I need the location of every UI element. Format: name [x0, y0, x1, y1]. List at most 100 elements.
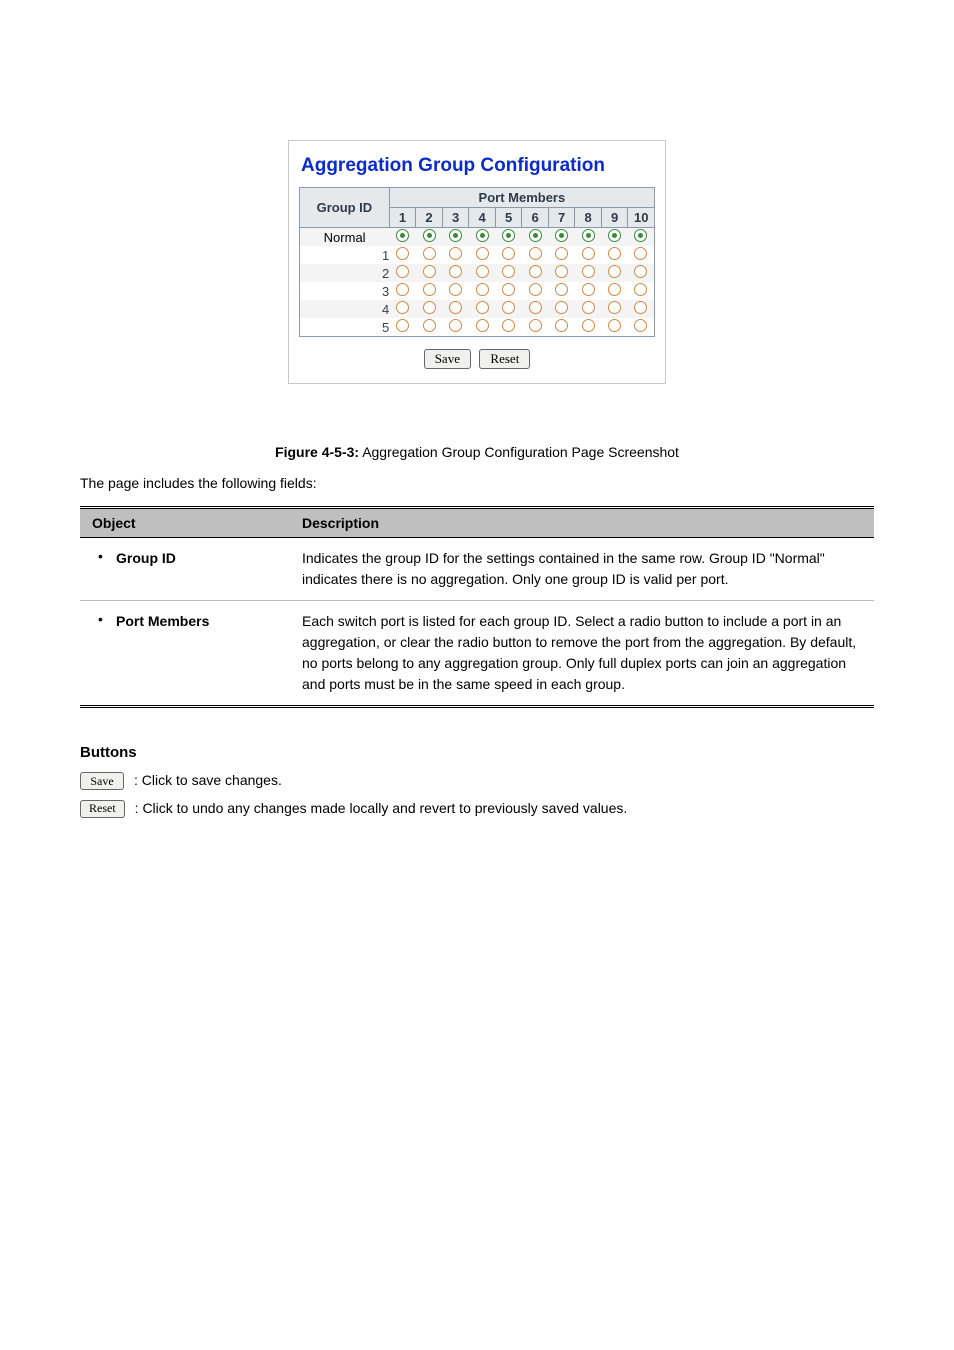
group-id-label: 5 [300, 318, 390, 337]
save-action-text: : Click to save changes. [134, 771, 282, 791]
port-radio[interactable] [476, 265, 489, 278]
port-radio[interactable] [634, 283, 647, 296]
object-description: Indicates the group ID for the settings … [290, 538, 874, 601]
table-row: 5 [300, 318, 655, 337]
port-radio[interactable] [608, 319, 621, 332]
port-radio[interactable] [502, 319, 515, 332]
port-radio[interactable] [476, 283, 489, 296]
port-radio[interactable] [634, 247, 647, 260]
port-radio[interactable] [476, 301, 489, 314]
reset-action-line: Reset : Click to undo any changes made l… [80, 799, 874, 819]
port-radio[interactable] [555, 283, 568, 296]
port-radio[interactable] [476, 319, 489, 332]
port-radio[interactable] [634, 301, 647, 314]
group-id-label: 1 [300, 246, 390, 264]
port-radio[interactable] [529, 229, 542, 242]
port-radio[interactable] [502, 229, 515, 242]
port-header-1: 1 [389, 208, 416, 228]
group-id-label: 2 [300, 264, 390, 282]
port-radio[interactable] [449, 247, 462, 260]
port-radio[interactable] [634, 265, 647, 278]
panel-title: Aggregation Group Configuration [299, 151, 655, 187]
port-radio[interactable] [582, 229, 595, 242]
col-port-members: Port Members [389, 188, 654, 208]
port-radio[interactable] [582, 247, 595, 260]
object-description: Each switch port is listed for each grou… [290, 601, 874, 707]
port-radio[interactable] [396, 283, 409, 296]
port-radio[interactable] [396, 265, 409, 278]
port-radio[interactable] [555, 265, 568, 278]
port-radio[interactable] [502, 301, 515, 314]
port-radio[interactable] [423, 229, 436, 242]
port-radio[interactable] [423, 283, 436, 296]
save-action-line: Save : Click to save changes. [80, 771, 874, 791]
table-row: 2 [300, 264, 655, 282]
port-radio[interactable] [608, 265, 621, 278]
port-header-10: 10 [628, 208, 655, 228]
reset-button-inline[interactable]: Reset [80, 800, 125, 818]
port-radio[interactable] [423, 247, 436, 260]
port-radio[interactable] [396, 319, 409, 332]
port-radio[interactable] [476, 247, 489, 260]
port-radio[interactable] [449, 265, 462, 278]
port-radio[interactable] [582, 319, 595, 332]
port-radio[interactable] [449, 301, 462, 314]
port-radio[interactable] [582, 265, 595, 278]
save-button-inline[interactable]: Save [80, 772, 124, 790]
port-radio[interactable] [555, 301, 568, 314]
reset-action-text: : Click to undo any changes made locally… [135, 799, 628, 819]
object-label: Group ID [116, 550, 176, 566]
port-radio[interactable] [555, 229, 568, 242]
port-radio[interactable] [502, 283, 515, 296]
col-group-id: Group ID [300, 188, 390, 228]
save-button[interactable]: Save [424, 349, 471, 369]
table-row: 1 [300, 246, 655, 264]
port-radio[interactable] [529, 319, 542, 332]
port-header-3: 3 [442, 208, 469, 228]
port-radio[interactable] [423, 265, 436, 278]
port-radio[interactable] [502, 247, 515, 260]
port-radio[interactable] [449, 319, 462, 332]
panel-buttons: Save Reset [299, 337, 655, 373]
port-radio[interactable] [529, 301, 542, 314]
port-radio[interactable] [634, 319, 647, 332]
port-header-4: 4 [469, 208, 496, 228]
figure-caption-prefix: Figure 4-5-3: [275, 444, 359, 460]
port-radio[interactable] [608, 301, 621, 314]
port-radio[interactable] [529, 265, 542, 278]
port-header-2: 2 [416, 208, 443, 228]
port-radio[interactable] [396, 301, 409, 314]
th-description: Description [290, 508, 874, 538]
bullet-icon: • [98, 549, 103, 563]
port-radio[interactable] [449, 283, 462, 296]
description-row: • Group ID Indicates the group ID for the … [80, 538, 874, 601]
port-radio[interactable] [634, 229, 647, 242]
port-radio[interactable] [582, 301, 595, 314]
port-header-8: 8 [575, 208, 602, 228]
group-id-label: Normal [300, 228, 390, 247]
port-radio[interactable] [449, 229, 462, 242]
port-radio[interactable] [608, 247, 621, 260]
port-header-7: 7 [548, 208, 575, 228]
port-radio[interactable] [502, 265, 515, 278]
port-radio[interactable] [529, 283, 542, 296]
port-radio[interactable] [608, 283, 621, 296]
port-radio[interactable] [555, 319, 568, 332]
port-radio[interactable] [529, 247, 542, 260]
port-radio[interactable] [396, 247, 409, 260]
bullet-icon: • [98, 612, 103, 626]
port-header-9: 9 [601, 208, 628, 228]
intro-paragraph: The page includes the following fields: [80, 474, 874, 492]
description-row: •Port MembersEach switch port is listed … [80, 601, 874, 707]
port-header-5: 5 [495, 208, 522, 228]
aggregation-table: Group ID Port Members 12345678910 Normal… [299, 187, 655, 337]
port-radio[interactable] [423, 319, 436, 332]
port-radio[interactable] [396, 229, 409, 242]
port-radio[interactable] [582, 283, 595, 296]
port-radio[interactable] [476, 229, 489, 242]
port-radio[interactable] [423, 301, 436, 314]
reset-button[interactable]: Reset [479, 349, 530, 369]
port-radio[interactable] [608, 229, 621, 242]
aggregation-config-panel: Aggregation Group Configuration Group ID… [288, 140, 666, 384]
port-radio[interactable] [555, 247, 568, 260]
